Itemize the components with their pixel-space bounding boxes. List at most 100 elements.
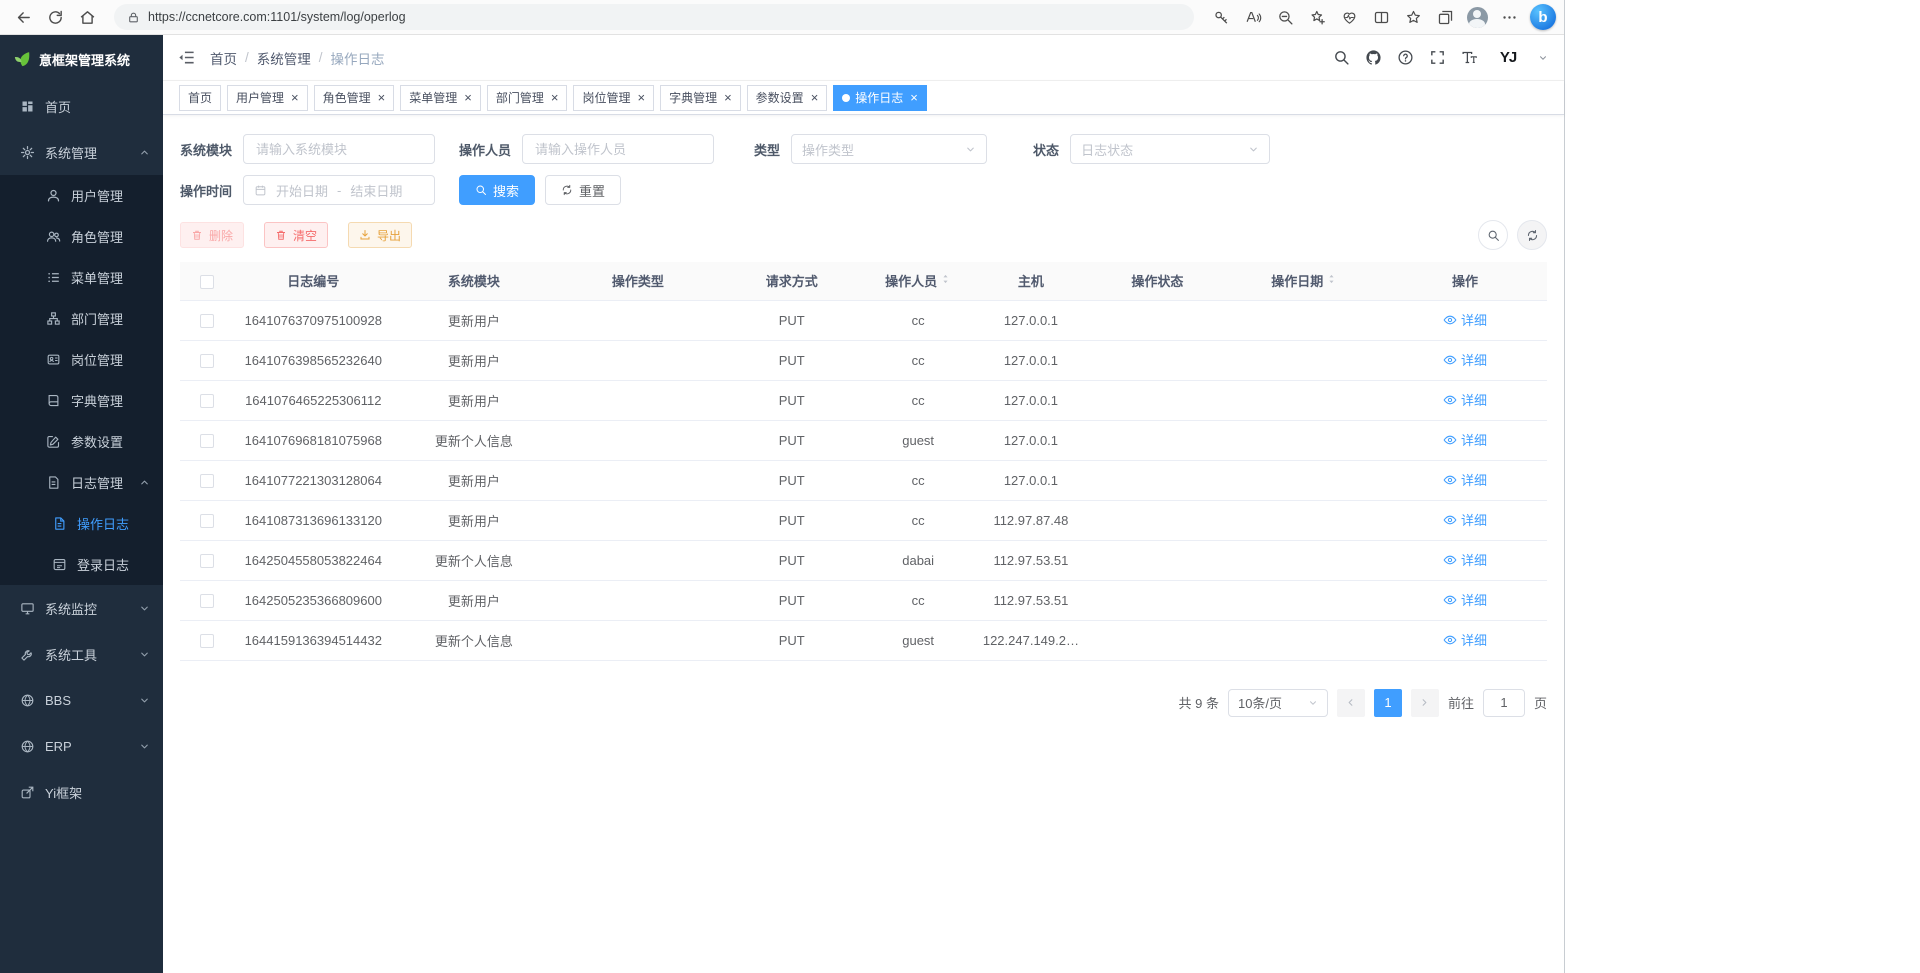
status-select[interactable]: 日志状态 (1070, 134, 1270, 164)
sidebar-item-yi-framework[interactable]: Yi框架 (0, 769, 163, 815)
date-range-input[interactable]: 开始日期 - 结束日期 (243, 175, 435, 205)
delete-button[interactable]: 删除 (180, 222, 244, 248)
detail-link[interactable]: 详细 (1443, 350, 1487, 369)
clear-button[interactable]: 清空 (264, 222, 328, 248)
reset-button[interactable]: 重置 (545, 175, 621, 205)
detail-link[interactable]: 详细 (1443, 590, 1487, 609)
tab-post-management[interactable]: 岗位管理 × (573, 85, 654, 111)
close-icon[interactable]: × (910, 91, 918, 104)
next-page-button[interactable] (1411, 689, 1439, 717)
sidebar-item-menu-management[interactable]: 菜单管理 (0, 257, 163, 298)
row-checkbox[interactable] (200, 554, 214, 568)
close-icon[interactable]: × (378, 91, 386, 104)
close-icon[interactable]: × (811, 91, 819, 104)
close-icon[interactable]: × (464, 91, 472, 104)
row-checkbox[interactable] (200, 434, 214, 448)
close-icon[interactable]: × (724, 91, 732, 104)
fullscreen-icon[interactable] (1429, 49, 1446, 66)
sort-icon[interactable] (1326, 272, 1337, 286)
goto-page-input[interactable] (1483, 689, 1525, 717)
row-checkbox[interactable] (200, 634, 214, 648)
browser-essentials-button[interactable] (1334, 3, 1364, 31)
bing-copilot-button[interactable] (1530, 4, 1556, 30)
font-size-icon[interactable] (1461, 49, 1478, 66)
row-checkbox[interactable] (200, 354, 214, 368)
tab-dept-management[interactable]: 部门管理 × (487, 85, 568, 111)
sidebar-item-system-monitor[interactable]: 系统监控 (0, 585, 163, 631)
sidebar-item-home[interactable]: 首页 (0, 83, 163, 129)
sidebar-item-dept-management[interactable]: 部门管理 (0, 298, 163, 339)
row-checkbox[interactable] (200, 514, 214, 528)
row-checkbox[interactable] (200, 594, 214, 608)
github-icon[interactable] (1365, 49, 1382, 66)
tab-user-management[interactable]: 用户管理 × (227, 85, 308, 111)
operator-input[interactable] (522, 134, 714, 164)
sidebar-item-user-management[interactable]: 用户管理 (0, 175, 163, 216)
row-checkbox[interactable] (200, 394, 214, 408)
detail-link[interactable]: 详细 (1443, 510, 1487, 529)
breadcrumb-system-management[interactable]: 系统管理 (257, 48, 311, 68)
col-date[interactable]: 操作日期 (1226, 262, 1383, 300)
favorites-button[interactable] (1398, 3, 1428, 31)
user-logo[interactable]: YJ (1493, 43, 1523, 73)
sort-icon[interactable] (940, 272, 951, 286)
sidebar-collapse-button[interactable] (177, 48, 196, 67)
reload-button[interactable] (40, 3, 70, 31)
sidebar-item-post-management[interactable]: 岗位管理 (0, 339, 163, 380)
export-button[interactable]: 导出 (348, 222, 412, 248)
tab-menu-management[interactable]: 菜单管理 × (400, 85, 481, 111)
sidebar-item-bbs[interactable]: BBS (0, 677, 163, 723)
sidebar-item-dict-management[interactable]: 字典管理 (0, 380, 163, 421)
close-icon[interactable]: × (551, 91, 559, 104)
detail-link[interactable]: 详细 (1443, 550, 1487, 569)
sidebar-item-role-management[interactable]: 角色管理 (0, 216, 163, 257)
detail-link[interactable]: 详细 (1443, 310, 1487, 329)
tab-role-management[interactable]: 角色管理 × (314, 85, 395, 111)
search-button[interactable]: 搜索 (459, 175, 535, 205)
read-aloud-button[interactable] (1238, 3, 1268, 31)
show-search-button[interactable] (1478, 220, 1508, 250)
sidebar-item-erp[interactable]: ERP (0, 723, 163, 769)
type-select[interactable]: 操作类型 (791, 134, 987, 164)
address-bar[interactable]: https://ccnetcore.com:1101/system/log/op… (114, 4, 1194, 30)
sidebar-item-login-log[interactable]: 登录日志 (0, 544, 163, 585)
table-row: 1641076465225306112 更新用户 PUT cc 127.0.0.… (180, 380, 1547, 420)
detail-link[interactable]: 详细 (1443, 430, 1487, 449)
tab-operation-log[interactable]: 操作日志 × (833, 85, 927, 111)
browser-menu-button[interactable] (1494, 3, 1524, 31)
select-all-checkbox[interactable] (200, 275, 214, 289)
tab-param-settings[interactable]: 参数设置 × (747, 85, 828, 111)
add-favorite-button[interactable] (1302, 3, 1332, 31)
detail-link[interactable]: 详细 (1443, 630, 1487, 649)
back-button[interactable] (8, 3, 38, 31)
close-icon[interactable]: × (637, 91, 645, 104)
password-key-button[interactable] (1206, 3, 1236, 31)
close-icon[interactable]: × (291, 91, 299, 104)
profile-button[interactable] (1462, 3, 1492, 31)
page-size-select[interactable]: 10条/页 (1228, 689, 1328, 717)
module-input[interactable] (243, 134, 435, 164)
zoom-button[interactable] (1270, 3, 1300, 31)
search-icon[interactable] (1333, 49, 1350, 66)
sidebar-item-param-settings[interactable]: 参数设置 (0, 421, 163, 462)
tab-dict-management[interactable]: 字典管理 × (660, 85, 741, 111)
help-icon[interactable] (1397, 49, 1414, 66)
split-screen-button[interactable] (1366, 3, 1396, 31)
sidebar-item-operation-log[interactable]: 操作日志 (0, 503, 163, 544)
row-checkbox[interactable] (200, 314, 214, 328)
prev-page-button[interactable] (1337, 689, 1365, 717)
sidebar-item-log-management[interactable]: 日志管理 (0, 462, 163, 503)
collections-button[interactable] (1430, 3, 1460, 31)
refresh-table-button[interactable] (1517, 220, 1547, 250)
tab-home[interactable]: 首页 (179, 85, 221, 111)
goto-unit: 页 (1534, 693, 1547, 712)
col-operator[interactable]: 操作人员 (863, 262, 972, 300)
browser-home-button[interactable] (72, 3, 102, 31)
sidebar-item-system-management[interactable]: 系统管理 (0, 129, 163, 175)
row-checkbox[interactable] (200, 474, 214, 488)
detail-link[interactable]: 详细 (1443, 470, 1487, 489)
sidebar-item-system-tools[interactable]: 系统工具 (0, 631, 163, 677)
page-number-button[interactable]: 1 (1374, 689, 1402, 717)
detail-link[interactable]: 详细 (1443, 390, 1487, 409)
breadcrumb-home[interactable]: 首页 (210, 48, 237, 68)
